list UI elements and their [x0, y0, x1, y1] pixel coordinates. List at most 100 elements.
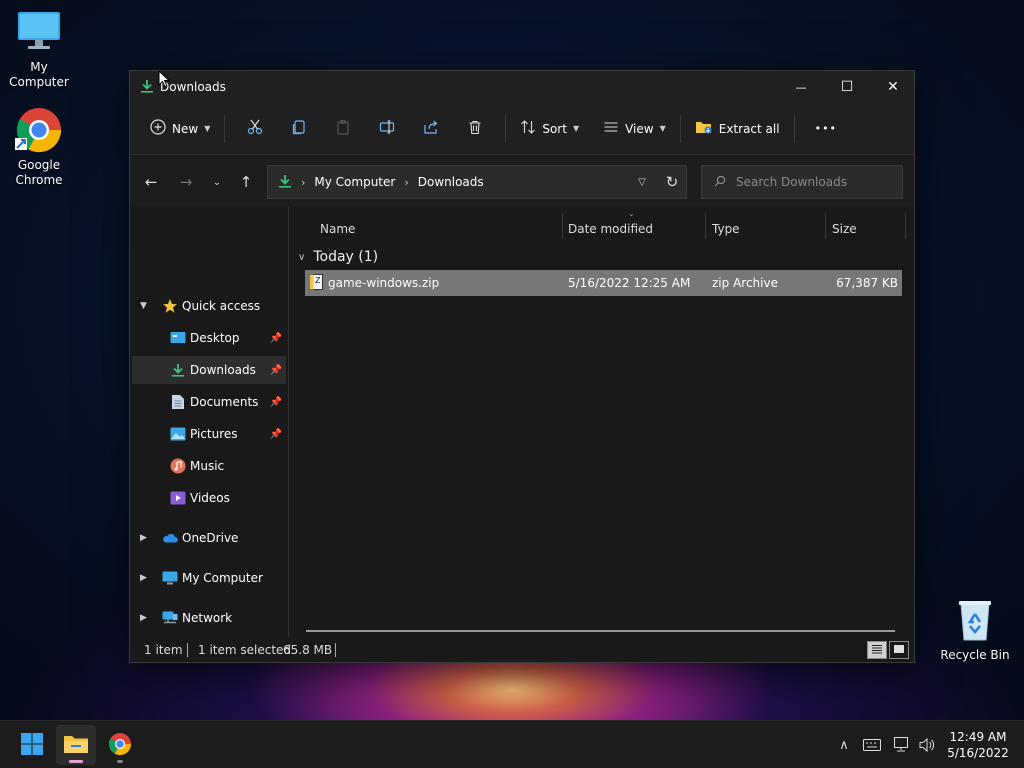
- nav-item-documents[interactable]: Documents 📌: [132, 388, 286, 416]
- status-separator: [335, 643, 336, 657]
- chevron-down-icon: ▽: [638, 176, 646, 188]
- column-divider[interactable]: [825, 213, 826, 239]
- trash-icon: [467, 119, 483, 138]
- pane-splitter[interactable]: [288, 207, 289, 637]
- details-view-button[interactable]: [867, 641, 887, 659]
- extract-all-button[interactable]: Extract all: [689, 113, 786, 145]
- view-button[interactable]: View ▼: [597, 113, 672, 145]
- arrow-left-icon: ←: [144, 173, 158, 191]
- address-bar[interactable]: › My Computer › Downloads: [267, 165, 687, 199]
- nav-label: My Computer: [182, 571, 263, 585]
- column-header-type[interactable]: Type: [712, 215, 740, 243]
- forward-button[interactable]: →: [173, 169, 199, 195]
- nav-item-videos[interactable]: Videos: [132, 484, 286, 512]
- column-divider[interactable]: [705, 213, 706, 239]
- view-label: View: [625, 121, 654, 136]
- recent-locations-button[interactable]: ⌄: [204, 169, 230, 195]
- desktop-icon-recycle-bin[interactable]: Recycle Bin: [936, 596, 1014, 663]
- pin-icon: 📌: [269, 428, 282, 440]
- copy-button[interactable]: [283, 113, 315, 145]
- pin-icon: 📌: [269, 364, 282, 376]
- taskbar-file-explorer[interactable]: [56, 725, 96, 765]
- nav-item-network[interactable]: ▶ Network: [132, 604, 286, 632]
- column-header-size[interactable]: Size: [832, 215, 857, 243]
- chevron-right-icon: ▶: [140, 533, 147, 543]
- system-clock[interactable]: 12:49 AM 5/16/2022: [940, 729, 1016, 761]
- column-divider[interactable]: [905, 213, 906, 239]
- pin-icon: 📌: [269, 332, 282, 344]
- nav-label: Quick access: [182, 299, 261, 313]
- group-label: Today (1): [313, 249, 379, 265]
- nav-item-quick-access[interactable]: ▼ Quick access: [132, 292, 286, 320]
- nav-item-my-computer[interactable]: ▶ My Computer: [132, 564, 286, 592]
- sort-icon: [520, 119, 536, 138]
- paste-button[interactable]: [327, 113, 359, 145]
- download-icon: [140, 79, 154, 96]
- music-icon: [170, 458, 186, 474]
- desktop-icon-my-computer[interactable]: My Computer: [0, 8, 78, 90]
- chevron-down-icon: ▼: [572, 124, 580, 133]
- arrow-up-icon: ↑: [239, 173, 253, 191]
- chevron-up-icon: ∧: [839, 737, 849, 753]
- toolbar-separator: [505, 114, 507, 143]
- delete-button[interactable]: [459, 113, 491, 145]
- clock-time: 12:49 AM: [949, 730, 1007, 744]
- new-button[interactable]: New ▼: [144, 113, 216, 145]
- show-hidden-icons-button[interactable]: ∧: [834, 731, 854, 759]
- sort-label: Sort: [542, 121, 567, 136]
- refresh-button[interactable]: ↻: [657, 165, 687, 199]
- volume-icon[interactable]: [916, 731, 938, 759]
- breadcrumb-my-computer[interactable]: My Computer: [314, 175, 395, 189]
- address-history-button[interactable]: ▽: [627, 165, 657, 199]
- table-row[interactable]: Z game-windows.zip 5/16/2022 12:25 AM zi…: [305, 270, 902, 296]
- nav-label: Network: [182, 611, 233, 625]
- share-button[interactable]: [415, 113, 447, 145]
- horizontal-scrollbar[interactable]: [306, 630, 895, 632]
- star-icon: [162, 298, 178, 314]
- desktop-icon-label: My Computer: [9, 60, 69, 89]
- column-header-name[interactable]: Name: [320, 215, 355, 243]
- download-icon: [170, 362, 186, 378]
- chevron-right-icon: ›: [301, 175, 306, 189]
- minimize-button[interactable]: —: [778, 71, 824, 103]
- start-button[interactable]: [12, 725, 52, 765]
- nav-item-pictures[interactable]: Pictures 📌: [132, 420, 286, 448]
- network-status-icon[interactable]: [892, 731, 914, 759]
- cut-button[interactable]: [239, 113, 271, 145]
- nav-item-desktop[interactable]: Desktop 📌: [132, 324, 286, 352]
- rename-icon: [379, 119, 395, 138]
- status-selected-count: 1 item selected: [198, 643, 292, 657]
- sort-button[interactable]: Sort ▼: [514, 113, 585, 145]
- folder-icon: [63, 733, 89, 758]
- back-button[interactable]: ←: [138, 169, 164, 195]
- desktop-icon-google-chrome[interactable]: Google Chrome: [0, 106, 78, 188]
- status-separator: [187, 643, 188, 657]
- file-name: game-windows.zip: [328, 276, 440, 290]
- keyboard-icon[interactable]: [860, 731, 884, 759]
- column-divider[interactable]: [562, 213, 563, 239]
- nav-item-music[interactable]: Music: [132, 452, 286, 480]
- thumbnail-view-button[interactable]: [889, 641, 909, 659]
- breadcrumb-downloads[interactable]: Downloads: [418, 175, 484, 189]
- maximize-button[interactable]: ☐: [824, 71, 870, 103]
- taskbar-chrome[interactable]: [100, 725, 140, 765]
- desktop-folder-icon: [170, 330, 186, 346]
- status-selected-size: 65.8 MB: [283, 643, 333, 657]
- video-icon: [170, 490, 186, 506]
- search-input[interactable]: Search Downloads: [701, 165, 903, 199]
- close-button[interactable]: ✕: [870, 71, 916, 103]
- document-icon: [170, 394, 186, 410]
- extract-folder-icon: [695, 119, 713, 138]
- zip-file-icon: Z: [309, 274, 323, 293]
- up-button[interactable]: ↑: [233, 169, 259, 195]
- active-app-indicator: [69, 760, 83, 763]
- nav-item-onedrive[interactable]: ▶ OneDrive: [132, 524, 286, 552]
- rename-button[interactable]: [371, 113, 403, 145]
- thumbnail-view-icon: [893, 643, 905, 657]
- more-options-button[interactable]: •••: [809, 113, 843, 145]
- column-header-date-modified[interactable]: Date modified: [568, 215, 653, 243]
- nav-item-downloads[interactable]: Downloads 📌: [132, 356, 286, 384]
- recycle-bin-icon: [951, 596, 999, 644]
- group-header-today[interactable]: ∨ Today (1): [298, 245, 378, 269]
- sort-descending-icon: ⌄: [628, 209, 635, 218]
